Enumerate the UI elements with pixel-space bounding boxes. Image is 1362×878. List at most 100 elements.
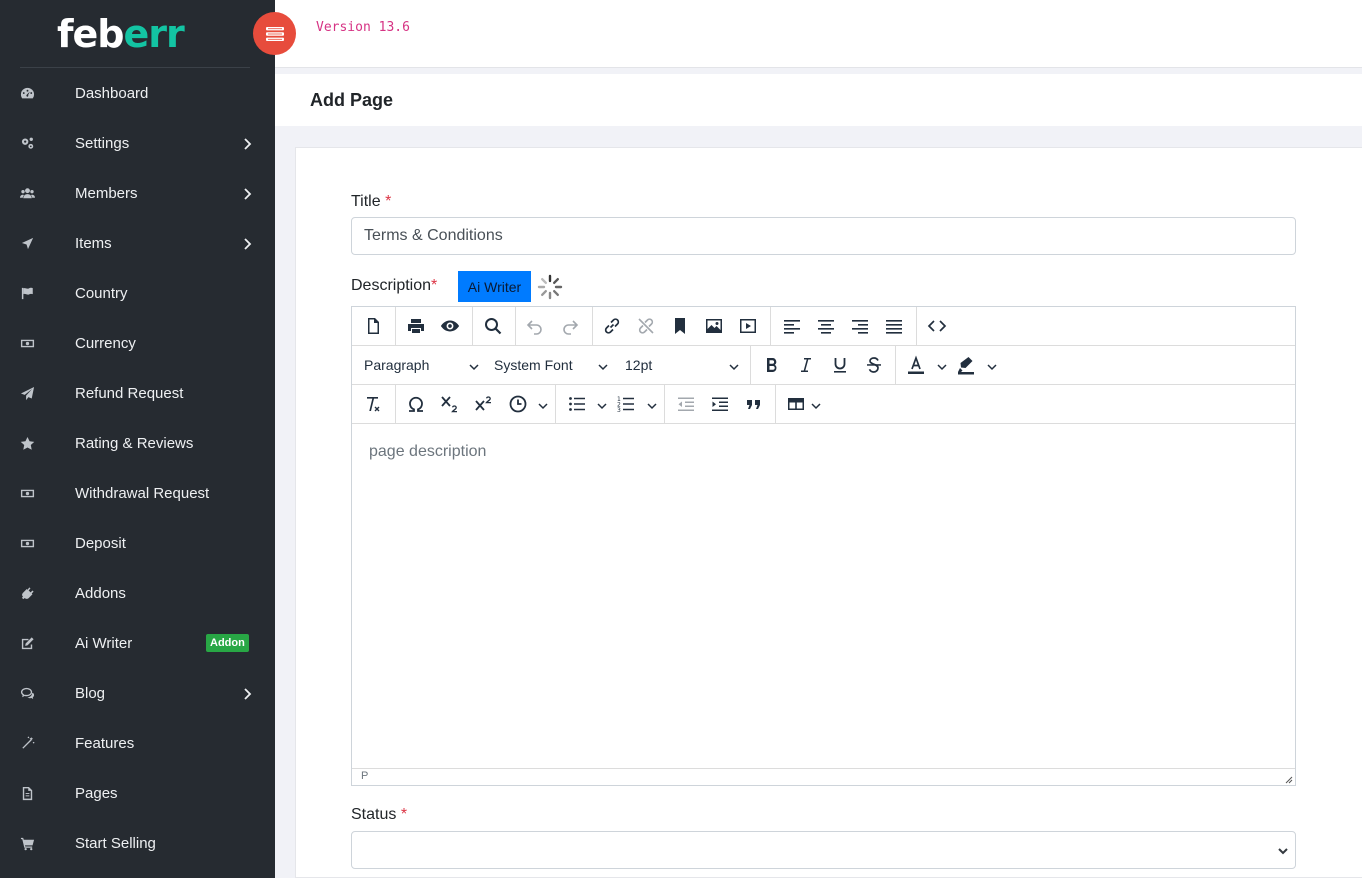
sidebar-item-deposit[interactable]: Deposit <box>0 518 275 568</box>
sidebar-item-label: Deposit <box>75 534 126 552</box>
sidebar-item-label: Ai Writer <box>75 634 133 652</box>
toolbar-separator <box>515 307 516 345</box>
resize-handle-icon[interactable] <box>1283 774 1293 784</box>
preview-button[interactable] <box>437 314 463 338</box>
sidebar-item-dashboard[interactable]: Dashboard <box>0 68 275 118</box>
toolbar-separator <box>395 307 396 345</box>
omega-icon <box>409 396 423 412</box>
flag-icon <box>19 285 35 301</box>
toolbar-separator <box>472 307 473 345</box>
sidebar-item-ai-writer[interactable]: Ai Writer Addon <box>0 618 275 668</box>
sidebar-item-addons[interactable]: Addons <box>0 568 275 618</box>
strikethrough-button[interactable] <box>861 353 887 377</box>
chevron-down-icon[interactable] <box>647 398 657 410</box>
sidebar-item-currency[interactable]: Currency <box>0 318 275 368</box>
text-color-button[interactable] <box>903 353 929 377</box>
align-right-button[interactable] <box>847 314 873 338</box>
clear-formatting-button[interactable] <box>360 392 386 416</box>
bold-button[interactable] <box>759 353 785 377</box>
align-center-icon <box>818 320 834 334</box>
status-select[interactable] <box>351 831 1296 869</box>
sidebar-item-label: Start Selling <box>75 834 156 852</box>
insert-media-button[interactable] <box>735 314 761 338</box>
underline-button[interactable] <box>827 353 853 377</box>
align-left-button[interactable] <box>779 314 805 338</box>
bullet-list-icon <box>569 397 585 411</box>
sidebar-item-label: Currency <box>75 334 136 352</box>
sidebar-item-country[interactable]: Country <box>0 268 275 318</box>
italic-icon <box>801 358 811 372</box>
chevron-down-icon[interactable] <box>597 398 607 410</box>
sidebar-item-pages[interactable]: Pages <box>0 768 275 818</box>
special-character-button[interactable] <box>403 392 429 416</box>
sidebar-item-label: Features <box>75 734 135 752</box>
outdent-button[interactable] <box>673 392 699 416</box>
font-family-select[interactable]: System Font <box>494 354 612 376</box>
title-input[interactable]: Terms & Conditions <box>351 217 1296 255</box>
font-size-value: 12pt <box>625 357 653 373</box>
media-icon <box>740 319 756 333</box>
ai-writer-button[interactable]: Ai Writer <box>458 271 531 302</box>
sidebar-item-start-selling[interactable]: Start Selling <box>0 818 275 868</box>
image-icon <box>706 319 722 333</box>
editor-toolbar-row-3: 123 <box>352 385 1295 424</box>
chevron-down-icon <box>598 359 608 371</box>
numbered-list-button[interactable]: 123 <box>613 392 639 416</box>
insert-image-button[interactable] <box>701 314 727 338</box>
chevron-down-icon[interactable] <box>987 359 997 371</box>
sidebar-item-features[interactable]: Features <box>0 718 275 768</box>
sidebar-item-rating-reviews[interactable]: Rating & Reviews <box>0 418 275 468</box>
italic-button[interactable] <box>793 353 819 377</box>
code-icon <box>927 320 947 332</box>
indent-button[interactable] <box>707 392 733 416</box>
page-title: Add Page <box>310 90 394 110</box>
anchor-button[interactable] <box>667 314 693 338</box>
table-icon <box>788 398 804 410</box>
superscript-button[interactable] <box>471 392 497 416</box>
bullet-list-button[interactable] <box>564 392 590 416</box>
align-center-button[interactable] <box>813 314 839 338</box>
insert-link-button[interactable] <box>599 314 625 338</box>
align-justify-button[interactable] <box>881 314 907 338</box>
toolbar-separator <box>916 307 917 345</box>
sidebar-item-blog[interactable]: Blog <box>0 668 275 718</box>
sidebar-item-items[interactable]: Items <box>0 218 275 268</box>
sidebar-item-label: Refund Request <box>75 384 184 402</box>
app-logo[interactable]: feberr <box>57 12 185 56</box>
highlight-color-button[interactable] <box>953 353 979 377</box>
chevron-down-icon[interactable] <box>937 359 947 371</box>
sidebar-item-settings[interactable]: Settings <box>0 118 275 168</box>
editor-content-area[interactable]: page description <box>352 424 1295 768</box>
align-right-icon <box>852 320 868 334</box>
sidebar-item-members[interactable]: Members <box>0 168 275 218</box>
insert-datetime-button[interactable] <box>505 392 531 416</box>
chevron-down-icon[interactable] <box>538 398 548 410</box>
blockquote-button[interactable] <box>741 392 767 416</box>
new-document-button[interactable] <box>360 314 386 338</box>
money-icon <box>19 335 35 351</box>
chevron-down-icon <box>729 359 739 371</box>
source-code-button[interactable] <box>924 314 950 338</box>
undo-icon <box>526 320 542 335</box>
search-icon <box>485 318 502 335</box>
chevron-down-icon[interactable] <box>811 398 821 410</box>
sidebar-item-label: Rating & Reviews <box>75 434 194 452</box>
element-path[interactable]: P <box>361 770 368 782</box>
strikethrough-icon <box>867 357 881 373</box>
chevron-right-icon <box>242 187 252 200</box>
indent-icon <box>712 397 728 411</box>
sidebar-item-refund-request[interactable]: Refund Request <box>0 368 275 418</box>
search-replace-button[interactable] <box>480 314 506 338</box>
remove-link-button[interactable] <box>633 314 659 338</box>
insert-table-button[interactable] <box>783 392 809 416</box>
print-button[interactable] <box>403 314 429 338</box>
subscript-button[interactable] <box>437 392 463 416</box>
block-format-select[interactable]: Paragraph <box>364 354 482 376</box>
redo-button[interactable] <box>557 314 583 338</box>
font-size-select[interactable]: 12pt <box>625 354 743 376</box>
menu-toggle-button[interactable] <box>253 12 296 55</box>
description-label: Description* <box>351 277 438 294</box>
sidebar-item-withdrawal-request[interactable]: Withdrawal Request <box>0 468 275 518</box>
undo-button[interactable] <box>522 314 548 338</box>
toolbar-separator <box>770 307 771 345</box>
